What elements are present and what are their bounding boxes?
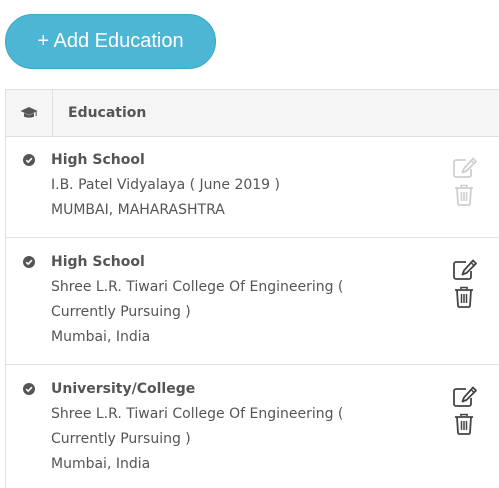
check-circle-icon: [23, 383, 35, 395]
entry-location: MUMBAI, MAHARASHTRA: [51, 202, 225, 218]
entry-actions: [452, 157, 478, 206]
entry-actions: [452, 259, 478, 308]
panel-header: Education: [6, 90, 499, 137]
education-heading: Education: [68, 105, 147, 121]
graduation-cap-icon: [20, 107, 38, 118]
entry-location: Mumbai, India: [51, 456, 151, 472]
education-panel: Education High School I.B. Patel Vidyala…: [5, 89, 499, 488]
education-entry: High School Shree L.R. Tiwari College Of…: [6, 238, 499, 365]
entry-level: High School: [51, 254, 145, 270]
entry-details: High School I.B. Patel Vidyalaya ( June …: [51, 148, 410, 223]
entry-institution: I.B. Patel Vidyalaya ( June 2019 ): [51, 177, 281, 193]
header-icon-cell: [6, 90, 53, 136]
trash-icon[interactable]: [454, 184, 474, 206]
entry-details: High School Shree L.R. Tiwari College Of…: [51, 250, 410, 350]
education-entry: University/College Shree L.R. Tiwari Col…: [6, 365, 499, 488]
edit-icon[interactable]: [452, 259, 478, 281]
edit-icon[interactable]: [452, 386, 478, 408]
entry-institution: Shree L.R. Tiwari College Of Engineering…: [51, 406, 344, 447]
education-entry: High School I.B. Patel Vidyalaya ( June …: [6, 137, 499, 238]
trash-icon[interactable]: [454, 286, 474, 308]
check-circle-icon: [23, 256, 35, 268]
add-education-button[interactable]: + Add Education: [5, 14, 216, 69]
entry-details: University/College Shree L.R. Tiwari Col…: [51, 377, 410, 477]
check-circle-icon: [23, 154, 35, 166]
entry-level: High School: [51, 152, 145, 168]
trash-icon[interactable]: [454, 413, 474, 435]
entry-level: University/College: [51, 381, 196, 397]
entry-actions: [452, 386, 478, 435]
entry-institution: Shree L.R. Tiwari College Of Engineering…: [51, 279, 344, 320]
edit-icon[interactable]: [452, 157, 478, 179]
entry-location: Mumbai, India: [51, 329, 151, 345]
